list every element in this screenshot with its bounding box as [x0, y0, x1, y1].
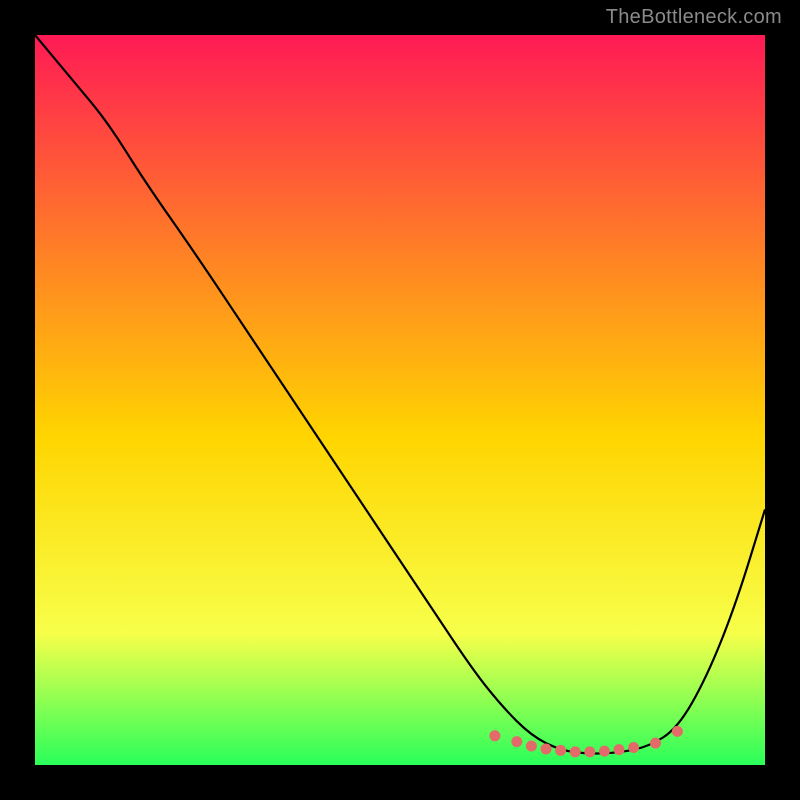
watermark-text: TheBottleneck.com [606, 6, 782, 29]
gradient-bg [35, 35, 765, 765]
sweet-spot-marker [555, 745, 566, 756]
sweet-spot-marker [599, 746, 610, 757]
sweet-spot-marker [526, 741, 537, 752]
sweet-spot-marker [541, 743, 552, 754]
sweet-spot-marker [570, 746, 581, 757]
sweet-spot-marker [650, 738, 661, 749]
chart-container: TheBottleneck.com [0, 0, 800, 800]
plot-svg [35, 35, 765, 765]
sweet-spot-marker [584, 746, 595, 757]
plot-area [35, 35, 765, 765]
sweet-spot-marker [489, 730, 500, 741]
sweet-spot-marker [628, 742, 639, 753]
sweet-spot-marker [672, 726, 683, 737]
sweet-spot-marker [614, 744, 625, 755]
sweet-spot-marker [511, 736, 522, 747]
